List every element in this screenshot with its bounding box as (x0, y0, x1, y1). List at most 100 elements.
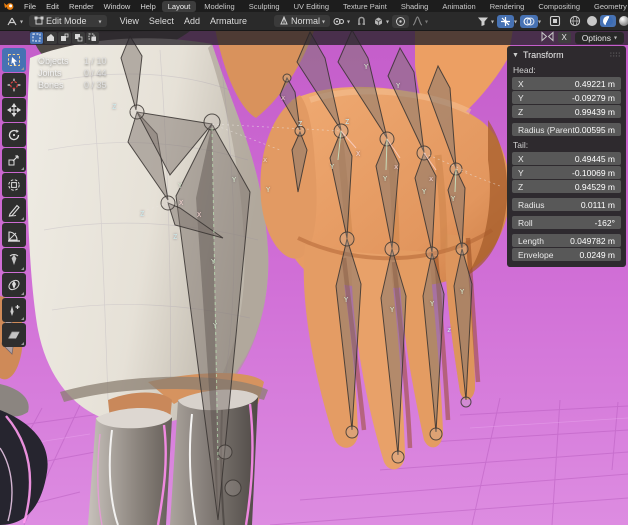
length-envelope-group: Length 0.049782 m Envelope 0.0249 m (512, 234, 621, 261)
workspace-tab-geometry-nodes[interactable]: Geometry Nodes (588, 1, 628, 12)
menu-view[interactable]: View (115, 16, 144, 26)
editor-type-icon[interactable]: ▾ (3, 15, 26, 28)
head-y-field[interactable]: Y -0.09279 m (512, 91, 621, 104)
workspace-tab-modeling[interactable]: Modeling (198, 1, 240, 12)
shading-solid-button[interactable] (584, 15, 600, 27)
tool-cursor[interactable] (2, 73, 26, 97)
gizmo-dropdown-caret[interactable]: ▾ (514, 18, 517, 25)
select-mode-extend[interactable] (44, 32, 57, 44)
snap-target-dropdown[interactable]: ▾ (370, 15, 392, 28)
move-icon (7, 103, 21, 117)
shading-rendered-button[interactable] (616, 15, 628, 27)
panel-drag-handle-icon[interactable]: ∷∷ (610, 51, 621, 59)
options-label: Options (582, 33, 611, 43)
field-label: Length (518, 236, 544, 246)
overlays-dropdown-caret[interactable]: ▾ (538, 18, 541, 25)
tool-scale[interactable] (2, 148, 26, 172)
menu-add[interactable]: Add (179, 16, 205, 26)
proportional-editing-icon (395, 16, 406, 27)
mirror-icon[interactable] (541, 31, 554, 44)
xray-toggle-icon (549, 15, 561, 27)
edit-mode-icon (34, 16, 44, 26)
field-value: 0.0249 m (580, 250, 615, 260)
tool-shear[interactable] (2, 323, 26, 347)
menu-render[interactable]: Render (64, 2, 99, 11)
overlays-toggle[interactable] (520, 15, 538, 28)
menu-armature[interactable]: Armature (205, 16, 252, 26)
gizmo-toggle[interactable] (497, 15, 514, 28)
mode-dropdown[interactable]: Edit Mode ▾ (29, 15, 107, 27)
tool-bone-envelope[interactable] (2, 273, 26, 297)
rendered-shading-icon (619, 16, 628, 26)
transform-icon (7, 178, 21, 192)
workspace-tab-uv-editing[interactable]: UV Editing (288, 1, 335, 12)
menu-select[interactable]: Select (144, 16, 179, 26)
field-value: 0.049782 m (570, 236, 615, 246)
xray-toggle[interactable] (546, 14, 564, 28)
length-field[interactable]: Length 0.049782 m (512, 234, 621, 247)
field-label: Z (518, 107, 523, 117)
mirror-x-toggle[interactable]: X (558, 32, 571, 43)
select-mode-subtract[interactable] (58, 32, 71, 44)
field-label: Y (518, 168, 524, 178)
stat-joints: Joints 0 / 44 (38, 67, 107, 79)
roll-field[interactable]: Roll -162° (512, 216, 621, 229)
tool-extrude[interactable] (2, 298, 26, 322)
tail-section-label: Tail: (513, 140, 621, 150)
tail-x-field[interactable]: X 0.49445 m (512, 152, 621, 165)
menu-file[interactable]: File (19, 2, 41, 11)
workspace-tab-rendering[interactable]: Rendering (484, 1, 531, 12)
pivot-point-dropdown[interactable]: ▾ (330, 15, 353, 28)
snap-toggle[interactable] (353, 15, 370, 28)
workspace-tab-animation[interactable]: Animation (436, 1, 481, 12)
tool-shelf (2, 48, 27, 347)
workspace-tab-layout[interactable]: Layout (162, 1, 197, 12)
menu-window[interactable]: Window (99, 2, 136, 11)
bone-roll-icon (7, 253, 21, 267)
proportional-editing-toggle[interactable] (392, 15, 409, 28)
visibility-filter-dropdown[interactable]: ▾ (474, 15, 497, 28)
tool-transform[interactable] (2, 173, 26, 197)
menu-edit[interactable]: Edit (41, 2, 64, 11)
wireframe-shading-icon (569, 15, 581, 27)
measure-icon (7, 228, 21, 242)
workspace-tab-compositing[interactable]: Compositing (532, 1, 586, 12)
tail-y-field[interactable]: Y -0.10069 m (512, 166, 621, 179)
tail-radius-field[interactable]: Radius 0.0111 m (512, 198, 621, 211)
workspace-tab-sculpting[interactable]: Sculpting (243, 1, 286, 12)
workspace-tab-texture-paint[interactable]: Texture Paint (337, 1, 393, 12)
envelope-field[interactable]: Envelope 0.0249 m (512, 248, 621, 261)
head-radius-field[interactable]: Radius (Parent 0.00595 m (512, 123, 621, 136)
head-z-field[interactable]: Z 0.99439 m (512, 105, 621, 118)
tool-rotate[interactable] (2, 123, 26, 147)
rotate-icon (7, 128, 21, 142)
options-dropdown[interactable]: Options ▾ (575, 32, 624, 44)
tool-roll[interactable] (2, 248, 26, 272)
blender-logo-icon[interactable] (4, 2, 15, 11)
falloff-dropdown[interactable]: ▾ (409, 15, 431, 27)
top-menu-bar: File Edit Render Window Help Layout Mode… (0, 0, 628, 12)
shading-wireframe-button[interactable] (566, 14, 584, 28)
transform-panel: ▼ Transform ∷∷ Head: X 0.49221 m Y -0.09… (507, 46, 626, 267)
head-x-field[interactable]: X 0.49221 m (512, 77, 621, 90)
field-value: 0.0111 m (581, 200, 615, 210)
select-mode-new[interactable] (30, 32, 43, 44)
tail-z-field[interactable]: Z 0.94529 m (512, 180, 621, 193)
select-mode-invert[interactable] (72, 32, 85, 44)
tool-move[interactable] (2, 98, 26, 122)
tool-annotate[interactable] (2, 198, 26, 222)
tool-measure[interactable] (2, 223, 26, 247)
shading-material-button[interactable] (600, 15, 616, 27)
field-value: 0.99439 m (575, 107, 615, 117)
transform-panel-header[interactable]: ▼ Transform ∷∷ (512, 50, 621, 60)
collapse-chevron-icon[interactable]: ▼ (512, 52, 519, 59)
field-value: 0.49445 m (575, 154, 615, 164)
stat-joints-value: 0 / 44 (84, 67, 107, 79)
stat-bones-label: Bones (38, 79, 84, 91)
scale-icon (7, 153, 21, 167)
workspace-tab-shading[interactable]: Shading (395, 1, 435, 12)
orientation-dropdown[interactable]: Normal ▾ (274, 15, 330, 27)
select-mode-intersect[interactable] (86, 32, 99, 44)
menu-help[interactable]: Help (135, 2, 160, 11)
tool-select-box[interactable] (2, 48, 26, 72)
